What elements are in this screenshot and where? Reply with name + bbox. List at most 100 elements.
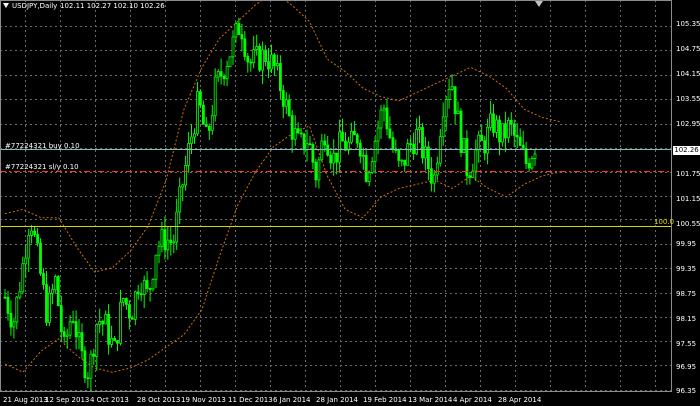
candle-body — [6, 296, 10, 314]
candle-body — [367, 172, 371, 182]
candle-body — [127, 304, 131, 319]
candle-body — [281, 90, 285, 107]
candle-body — [261, 49, 265, 71]
candle-body — [308, 143, 312, 146]
price-chart[interactable] — [0, 0, 700, 406]
candle-body — [373, 140, 377, 163]
level-line-label: 100.0 — [654, 218, 675, 226]
candle-body — [447, 89, 451, 100]
candle-body — [311, 144, 315, 163]
dropdown-icon[interactable] — [3, 3, 9, 8]
candle-body — [397, 149, 401, 161]
candle-body — [101, 320, 105, 325]
candle-body — [130, 317, 134, 320]
candle-body — [231, 36, 235, 58]
candle-body — [3, 296, 7, 299]
candle-body — [145, 280, 149, 289]
time-tick-label: 19 Feb 2014 — [363, 396, 407, 404]
candle-body — [459, 110, 463, 153]
candle-body — [125, 298, 128, 305]
candle-body — [382, 107, 386, 111]
candle-body — [483, 140, 487, 154]
candle-body — [323, 140, 327, 146]
candle-body — [39, 242, 42, 274]
candle-body — [184, 164, 188, 186]
candle-body — [122, 298, 125, 303]
candle-body — [142, 280, 146, 295]
candle-body — [151, 278, 155, 290]
candle-body — [172, 241, 176, 244]
candle-body — [477, 134, 481, 151]
candle-body — [116, 340, 119, 344]
time-tick-label: 13 Mar 2014 — [408, 396, 453, 404]
candle-body — [89, 353, 93, 379]
candle-body — [148, 288, 152, 290]
order-sl-label: #77224321 sl/y 0.10 — [5, 163, 79, 171]
candle-body — [409, 143, 413, 146]
price-tick-label: 100.55 — [676, 220, 700, 228]
price-tick-label: 99.35 — [676, 265, 697, 273]
candle-body — [56, 276, 60, 307]
chart-ohlc: 102.11 102.27 102.10 102.26 — [60, 2, 165, 10]
candle-body — [12, 321, 16, 328]
candle-body — [352, 130, 356, 136]
candle-body — [290, 115, 294, 140]
candle-body — [213, 76, 217, 117]
candle-body — [113, 337, 116, 341]
price-tick-label: 98.15 — [676, 315, 697, 323]
time-tick-label: 4 Apr 2014 — [453, 396, 492, 404]
candle-body — [435, 162, 439, 176]
candle-body — [302, 133, 306, 151]
candle-body — [59, 305, 63, 333]
candle-body — [225, 66, 229, 80]
candle-body — [388, 128, 392, 139]
chart-window[interactable]: USDJPY,Daily 102.11 102.27 102.10 102.26… — [0, 0, 700, 406]
candle-body — [512, 123, 516, 136]
candle-body — [465, 138, 469, 177]
candle-body — [53, 276, 57, 291]
candle-body — [15, 296, 19, 323]
candle-body — [293, 128, 297, 140]
candle-body — [524, 147, 528, 164]
candle-body — [278, 63, 282, 92]
candle-body — [391, 137, 395, 150]
candle-body — [210, 115, 214, 131]
candle-body — [474, 149, 478, 172]
candle-body — [18, 291, 22, 298]
time-tick-label: 12 Sep 2013 — [45, 396, 90, 404]
time-tick-label: 21 Aug 2013 — [3, 396, 48, 404]
candle-body — [418, 127, 421, 130]
candle-body — [110, 337, 113, 345]
time-tick-label: 28 Apr 2014 — [498, 396, 542, 404]
candle-body — [193, 133, 196, 138]
candle-body — [379, 109, 383, 129]
candle-body — [533, 153, 537, 159]
candle-body — [506, 120, 510, 139]
candle-body — [74, 321, 78, 338]
candle-body — [317, 159, 321, 181]
candle-body — [246, 56, 250, 63]
candle-body — [237, 23, 241, 35]
candle-body — [338, 131, 342, 163]
order-buy-label: #77224321 buy 0.10 — [5, 142, 80, 150]
time-tick-label: 11 Dec 2013 — [228, 396, 273, 404]
candle-body — [423, 146, 427, 159]
candle-body — [166, 239, 170, 251]
price-tick-label: 96.35 — [676, 387, 697, 395]
time-tick-label: 4 Oct 2013 — [90, 396, 129, 404]
candle-body — [62, 331, 66, 337]
candle-body — [492, 113, 495, 133]
candle-body — [426, 146, 430, 170]
scroll-shift-icon[interactable] — [535, 1, 543, 7]
candle-body — [65, 334, 69, 337]
candle-body — [204, 123, 208, 127]
candle-body — [495, 119, 498, 133]
candle-body — [415, 128, 419, 155]
time-tick-label: 6 Jan 2014 — [273, 396, 311, 404]
candle-body — [107, 313, 110, 345]
candle-body — [264, 49, 268, 63]
time-tick-label: 19 Nov 2013 — [181, 396, 226, 404]
candle-body — [530, 158, 534, 169]
candle-body — [462, 138, 466, 154]
candle-body — [267, 61, 270, 70]
